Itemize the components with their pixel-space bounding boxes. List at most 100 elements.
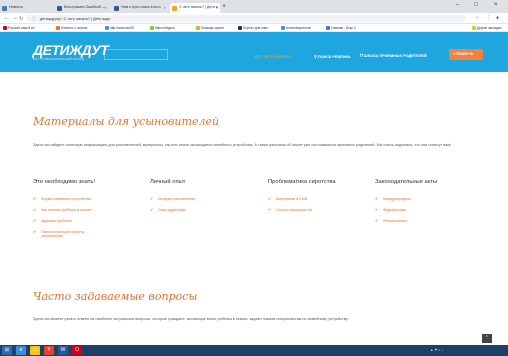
list-item[interactable]: ✔ Как принять ребёнка в семью? xyxy=(33,208,133,219)
bookmarks-bar: Русский язык 8 кл Новости с острые http:… xyxy=(0,24,508,32)
browser-tab[interactable]: Бесстрашно Ошибкой — × xyxy=(55,3,109,13)
list-item[interactable]: ✔ Статьи специалистов xyxy=(268,208,368,219)
bookmark-icon xyxy=(238,25,242,30)
bookmark-icon xyxy=(281,25,285,30)
bookmark-item[interactable]: http://www.dud/S xyxy=(105,25,134,30)
bookmark-icon xyxy=(3,25,7,30)
browser-tab-active[interactable]: С чего начать? | Дети ж × xyxy=(170,3,220,13)
list-item[interactable]: ✔ Материалы в СМИ xyxy=(268,197,368,208)
close-icon[interactable]: × xyxy=(216,5,218,10)
maximize-icon[interactable]: □ xyxy=(474,2,478,8)
bookmark-item[interactable]: Другие закладки xyxy=(472,25,502,30)
list-item-label: Материалы в СМИ xyxy=(276,197,308,201)
list-item[interactable]: ✔ Федеральные xyxy=(375,208,475,219)
check-icon: ✔ xyxy=(375,196,379,201)
bookmark-icon xyxy=(56,25,60,30)
nav-link-label: С ЧЕГО НАЧАТЬ? xyxy=(259,55,293,59)
link-list: ✔ Формы семейного устройства ✔ Как принять… xyxy=(33,197,133,244)
list-item[interactable]: ✔ Опыт адаптации xyxy=(150,208,250,219)
list-item-label: Как принять ребёнка в семью? xyxy=(41,208,93,212)
list-item-label: Формы семейного устройства xyxy=(41,197,91,201)
check-icon: ✔ xyxy=(375,207,379,212)
word-app-icon[interactable]: W xyxy=(58,346,68,355)
list-item[interactable]: ✔ Региональные xyxy=(375,219,475,230)
start-icon[interactable]: ⊞ xyxy=(2,346,12,355)
bookmark-label: Помощь сироте xyxy=(201,25,225,30)
tab-label: С чего начать? | Дети ж xyxy=(179,5,219,9)
menu-icon[interactable]: ⋮ xyxy=(486,15,491,21)
column-title: Проблематика сиротства xyxy=(268,179,336,185)
star-icon[interactable]: ☆ xyxy=(475,15,479,21)
bookmark-label: Главная - Боку С xyxy=(331,25,357,30)
list-item-label: Статьи специалистов xyxy=(276,208,312,212)
bookmark-icon xyxy=(196,25,200,30)
forward-icon[interactable]: → xyxy=(12,15,18,21)
bookmark-label: https://istgoroi xyxy=(155,25,175,30)
bookmark-item[interactable]: Помощь сироте xyxy=(196,25,225,30)
link-list: ✔ Материалы в СМИ ✔ Статьи специалистов xyxy=(268,197,368,219)
list-item[interactable]: ✔ Психологические аспекты усыновления xyxy=(33,230,101,244)
site-logo[interactable]: ДЕТИЖДУТ xyxy=(33,42,109,58)
column-title: Это необходимо знать! xyxy=(33,179,95,185)
browser-tab-bar: Новость Бесстрашно Ошибкой — × Нам о пут… xyxy=(0,0,508,13)
check-icon: ✔ xyxy=(150,207,154,212)
check-icon: ✔ xyxy=(375,218,379,223)
bookmark-label: Русский язык 8 кл xyxy=(8,25,35,30)
lock-icon: ⓘ xyxy=(32,16,36,21)
tab-label: Новость xyxy=(9,5,23,9)
bookmark-label: Другие закладки xyxy=(477,25,502,30)
list-item[interactable]: ✔ Международные xyxy=(375,197,475,208)
url-field[interactable]: ⓘ детижду.рф / С чего начать? | Дети жду… xyxy=(26,15,466,22)
list-item-label: Региональные xyxy=(383,219,408,223)
folder-app-icon[interactable]: ▭ xyxy=(30,346,40,355)
opera-app-icon[interactable]: O xyxy=(72,346,82,355)
materials-intro: Здесь вы найдете полезную информацию для… xyxy=(33,143,452,147)
scroll-to-top-button[interactable]: ⌃ xyxy=(482,334,492,343)
list-item-label: Здоровье ребёнка xyxy=(41,219,72,223)
site-header: ДЕТИЖДУТ БЛАГОТВОРИТЕЛЬНЫЙ ФОНД ✪ С ЧЕГО… xyxy=(0,32,508,72)
close-window-icon[interactable]: × xyxy=(494,2,498,8)
yandex-app-icon[interactable]: Y xyxy=(44,346,54,355)
minimize-icon[interactable]: – xyxy=(456,2,459,8)
tray-icons[interactable]: ▲ ⚑ ◐ ♪ xyxy=(430,348,443,352)
bookmark-item[interactable]: Новости с острые xyxy=(56,25,87,30)
nav-link-school[interactable]: ⛉ ШКОЛА ПРИЕМНЫХ РОДИТЕЛЕЙ xyxy=(360,54,427,58)
check-icon: ✔ xyxy=(33,207,37,212)
site-logo-subtitle: БЛАГОТВОРИТЕЛЬНЫЙ ФОНД xyxy=(33,57,84,61)
back-icon[interactable]: ← xyxy=(4,15,10,21)
bookmark-item[interactable]: https://istgoroi xyxy=(150,25,175,30)
bookmark-label: Благотворительн xyxy=(286,25,312,30)
new-tab-icon[interactable]: + xyxy=(222,3,226,10)
tab-favicon-icon xyxy=(57,6,62,11)
profile-icon[interactable]: ● xyxy=(496,15,499,21)
check-icon: ✔ xyxy=(268,196,272,201)
reload-icon[interactable]: ↻ xyxy=(19,16,23,22)
help-button[interactable]: ♥ ПОМОЧЬ xyxy=(449,49,483,60)
list-item[interactable]: ✔ Формы семейного устройства xyxy=(33,197,133,208)
bookmark-item[interactable]: Русский язык 8 кл xyxy=(3,25,35,30)
browser-tab[interactable]: Нам о путь поиск в кото × xyxy=(112,3,168,13)
close-icon[interactable]: × xyxy=(164,5,166,10)
check-icon: ✔ xyxy=(33,229,37,234)
browser-app-icon[interactable]: e xyxy=(16,346,26,355)
nav-link-start[interactable]: ✪ С ЧЕГО НАЧАТЬ? xyxy=(255,54,292,59)
link-list: ✔ Международные ✔ Федеральные ✔ Региональны… xyxy=(375,197,475,230)
bookmark-item[interactable]: Главная - Боку С xyxy=(326,25,357,30)
bookmark-item[interactable]: Портал для опек xyxy=(238,25,268,30)
check-icon: ✔ xyxy=(150,196,154,201)
list-item[interactable]: ✔ Здоровье ребёнка xyxy=(33,219,133,230)
nav-link-label: ПОИСК РЕБЁНКА xyxy=(317,55,351,59)
nav-link-search-child[interactable]: ⚲ ПОИСК РЕБЁНКА xyxy=(314,54,351,59)
list-item-label: Психологические аспекты усыновления xyxy=(41,230,85,238)
bookmark-label: http://www.dud/S xyxy=(110,25,134,30)
list-item-label: Опыт адаптации xyxy=(158,208,186,212)
list-item[interactable]: ✔ Истории усыновления xyxy=(150,197,250,208)
faq-intro: Здесь вы можете узнать ответы на наиболе… xyxy=(33,317,349,321)
nav-link-label: ШКОЛА ПРИЕМНЫХ РОДИТЕЛЕЙ xyxy=(363,54,427,58)
chevron-up-icon: ⌃ xyxy=(484,335,490,341)
bookmark-item[interactable]: Благотворительн xyxy=(281,25,312,30)
browser-tab[interactable]: Новость xyxy=(0,3,50,13)
materials-title: Материалы для усыновителей xyxy=(33,115,220,128)
close-icon[interactable]: × xyxy=(105,5,107,10)
tab-label: Нам о путь поиск в кото xyxy=(121,5,161,9)
